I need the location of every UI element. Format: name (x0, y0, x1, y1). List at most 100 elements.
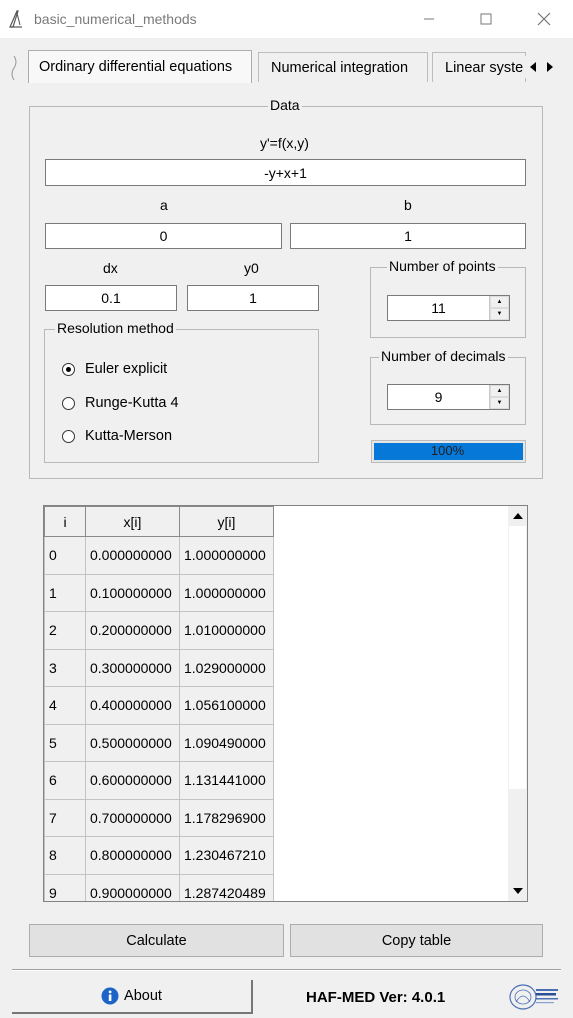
cell-index[interactable]: 3 (44, 648, 86, 687)
arrow-up-icon (512, 513, 523, 519)
function-input[interactable]: -y+x+1 (45, 159, 526, 186)
cell-y[interactable]: 1.000000000 (179, 573, 274, 612)
cell-x[interactable]: 0.800000000 (85, 836, 180, 875)
tab-scroll-buttons (524, 56, 558, 78)
chevron-down-icon: ▼ (496, 400, 503, 406)
table-row[interactable]: 0 0.000000000 1.000000000 (44, 536, 274, 575)
radio-runge-kutta-4[interactable]: Runge-Kutta 4 (62, 395, 179, 411)
scroll-up-button[interactable] (508, 506, 527, 526)
cell-x[interactable]: 0.100000000 (85, 573, 180, 612)
number-of-decimals-value[interactable]: 9 (388, 385, 489, 409)
tab-linear-systems[interactable]: Linear syste (432, 52, 526, 82)
table-row[interactable]: 4 0.400000000 1.056100000 (44, 686, 274, 725)
spin-down-button[interactable]: ▼ (490, 397, 509, 409)
about-button[interactable]: About (12, 980, 253, 1014)
cell-index[interactable]: 5 (44, 723, 86, 762)
tab-numerical-integration[interactable]: Numerical integration (258, 52, 428, 82)
table-row[interactable]: 8 0.800000000 1.230467210 (44, 836, 274, 875)
a-label: a (160, 197, 168, 213)
column-header-x[interactable]: x[i] (85, 506, 180, 537)
minimize-icon (424, 18, 434, 20)
info-icon (101, 987, 119, 1005)
cell-y[interactable]: 1.131441000 (179, 761, 274, 800)
tab-scroll-left-button[interactable] (524, 56, 541, 78)
b-input[interactable]: 1 (290, 223, 526, 249)
spin-up-button[interactable]: ▲ (490, 385, 509, 397)
close-icon (537, 12, 551, 26)
close-button[interactable] (515, 0, 573, 38)
column-header-y[interactable]: y[i] (179, 506, 274, 537)
footer-divider (12, 969, 561, 971)
number-of-points-title: Number of points (387, 258, 498, 274)
spin-up-button[interactable]: ▲ (490, 296, 509, 308)
cell-x[interactable]: 0.300000000 (85, 648, 180, 687)
table-row[interactable]: 2 0.200000000 1.010000000 (44, 611, 274, 650)
number-of-decimals-title: Number of decimals (379, 348, 508, 364)
radio-kutta-merson[interactable]: Kutta-Merson (62, 428, 172, 444)
cell-index[interactable]: 9 (44, 873, 86, 901)
cell-x[interactable]: 0.200000000 (85, 611, 180, 650)
arrow-right-icon (546, 62, 553, 72)
arrow-left-icon (529, 62, 536, 72)
number-of-decimals-spinbox[interactable]: 9 ▲ ▼ (387, 384, 510, 410)
maximize-button[interactable] (457, 0, 515, 38)
cell-index[interactable]: 0 (44, 536, 86, 575)
cell-x[interactable]: 0.000000000 (85, 536, 180, 575)
y0-input[interactable]: 1 (187, 285, 319, 311)
table-row[interactable]: 9 0.900000000 1.287420489 (44, 873, 274, 901)
table-row[interactable]: 3 0.300000000 1.029000000 (44, 648, 274, 687)
minimize-button[interactable] (400, 0, 458, 38)
cell-x[interactable]: 0.700000000 (85, 798, 180, 837)
data-group-title: Data (268, 97, 302, 113)
cell-index[interactable]: 1 (44, 573, 86, 612)
scroll-down-button[interactable] (508, 881, 527, 901)
cell-x[interactable]: 0.900000000 (85, 873, 180, 901)
radio-unselected-icon (62, 429, 75, 443)
y0-label: y0 (244, 260, 259, 276)
table-row[interactable]: 6 0.600000000 1.131441000 (44, 761, 274, 800)
copy-table-button[interactable]: Copy table (290, 924, 543, 957)
cell-y[interactable]: 1.178296900 (179, 798, 274, 837)
tab-ordinary-differential-equations[interactable]: Ordinary differential equations (28, 50, 252, 83)
cell-index[interactable]: 4 (44, 686, 86, 725)
radio-label: Kutta-Merson (85, 428, 173, 444)
calculate-button[interactable]: Calculate (29, 924, 284, 957)
function-label: y'=f(x,y) (260, 135, 309, 151)
radio-label: Runge-Kutta 4 (85, 395, 179, 411)
arrow-down-icon (512, 888, 523, 894)
table-row[interactable]: 5 0.500000000 1.090490000 (44, 723, 274, 762)
cell-y[interactable]: 1.056100000 (179, 686, 274, 725)
maximize-icon (480, 13, 492, 25)
app-icon (9, 10, 22, 28)
dx-input[interactable]: 0.1 (45, 285, 177, 311)
cell-y[interactable]: 1.000000000 (179, 536, 274, 575)
cell-index[interactable]: 7 (44, 798, 86, 837)
cell-y[interactable]: 1.029000000 (179, 648, 274, 687)
a-input[interactable]: 0 (45, 223, 282, 249)
chevron-up-icon: ▲ (496, 299, 503, 305)
cell-index[interactable]: 2 (44, 611, 86, 650)
cell-index[interactable]: 8 (44, 836, 86, 875)
radio-selected-icon (62, 362, 75, 376)
results-table[interactable]: i x[i] y[i] 0 0.000000000 1.000000000 1 0.10… (43, 505, 528, 902)
table-row[interactable]: 7 0.700000000 1.178296900 (44, 798, 274, 837)
cell-x[interactable]: 0.500000000 (85, 723, 180, 762)
b-label: b (404, 197, 412, 213)
cell-y[interactable]: 1.090490000 (179, 723, 274, 762)
table-row[interactable]: 1 0.100000000 1.000000000 (44, 573, 274, 612)
number-of-points-value[interactable]: 11 (388, 296, 489, 320)
tab-edge-decoration (11, 55, 17, 81)
cell-y[interactable]: 1.010000000 (179, 611, 274, 650)
cell-y[interactable]: 1.230467210 (179, 836, 274, 875)
cell-x[interactable]: 0.400000000 (85, 686, 180, 725)
cell-x[interactable]: 0.600000000 (85, 761, 180, 800)
cell-y[interactable]: 1.287420489 (179, 873, 274, 901)
scrollbar-thumb[interactable] (509, 526, 526, 789)
number-of-points-spinbox[interactable]: 11 ▲ ▼ (387, 295, 510, 321)
column-header-i[interactable]: i (44, 506, 86, 537)
spin-down-button[interactable]: ▼ (490, 308, 509, 320)
cell-index[interactable]: 6 (44, 761, 86, 800)
tab-scroll-right-button[interactable] (541, 56, 558, 78)
radio-euler-explicit[interactable]: Euler explicit (62, 361, 167, 377)
radio-unselected-icon (62, 396, 75, 410)
